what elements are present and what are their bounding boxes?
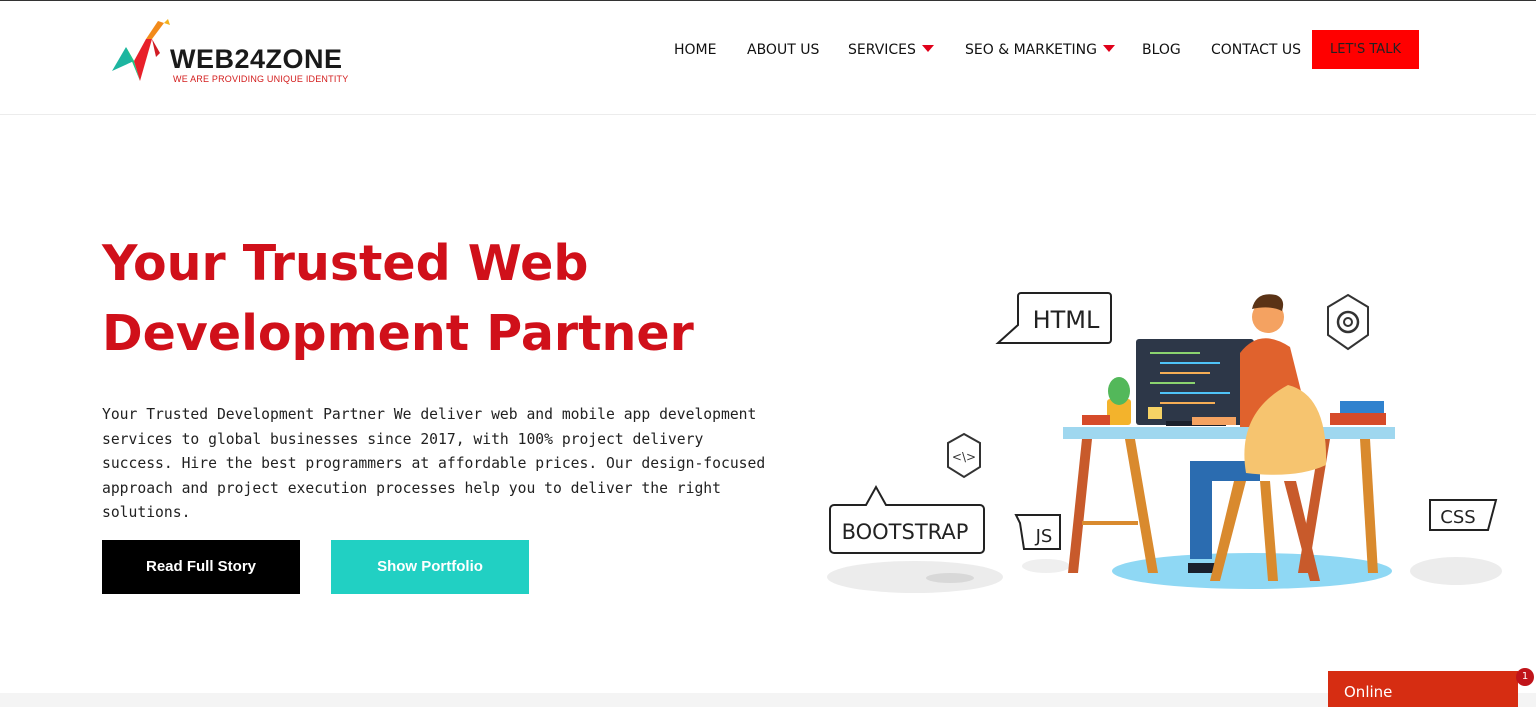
css-bubble-icon: CSS bbox=[1429, 499, 1498, 531]
live-chat-button[interactable]: Online bbox=[1328, 671, 1518, 707]
nav-item-label: SERVICES bbox=[848, 42, 916, 58]
nav-item-home[interactable]: HOME bbox=[674, 31, 716, 69]
gear-icon bbox=[1327, 293, 1369, 351]
nav-item-label: CONTACT US bbox=[1211, 42, 1301, 58]
html-label: HTML bbox=[1033, 306, 1100, 334]
hero-illustration: HTML <\> BOOTSTRAP JS CSS bbox=[827, 292, 1502, 593]
nav-item-label: HOME bbox=[674, 42, 717, 58]
nav-item-about-us[interactable]: ABOUT US bbox=[747, 31, 819, 69]
brand-logo[interactable]: WEB24ZONE WE ARE PROVIDING UNIQUE IDENTI… bbox=[112, 19, 372, 91]
bootstrap-label: BOOTSTRAP bbox=[842, 520, 969, 544]
js-label: JS bbox=[1035, 526, 1053, 547]
nav-item-contact-us[interactable]: CONTACT US bbox=[1211, 31, 1301, 69]
brand-tagline: WE ARE PROVIDING UNIQUE IDENTITY bbox=[173, 74, 349, 84]
hero-title: Your Trusted Web Development Partner bbox=[102, 235, 694, 362]
code-label: <\> bbox=[952, 450, 976, 464]
desk-icon bbox=[1063, 427, 1395, 573]
html-bubble-icon: HTML bbox=[995, 292, 1112, 344]
nav-item-services[interactable]: SERVICES bbox=[848, 31, 934, 69]
nav-item-blog[interactable]: BLOG bbox=[1142, 31, 1181, 69]
lets-talk-button[interactable]: LET'S TALK bbox=[1312, 30, 1419, 69]
site-header: WEB24ZONE WE ARE PROVIDING UNIQUE IDENTI… bbox=[0, 1, 1536, 115]
chevron-down-icon bbox=[921, 45, 934, 52]
code-icon: <\> bbox=[947, 432, 981, 479]
nav-item-label: SEO & MARKETING bbox=[965, 42, 1097, 58]
bootstrap-bubble-icon: BOOTSTRAP bbox=[829, 484, 985, 554]
plant-icon bbox=[1082, 377, 1131, 425]
chat-notification-badge: 1 bbox=[1516, 668, 1534, 686]
show-portfolio-button[interactable]: Show Portfolio bbox=[331, 540, 529, 594]
hero-description: Your Trusted Development Partner We deli… bbox=[102, 406, 766, 522]
next-section-strip bbox=[0, 693, 1536, 707]
nav-item-label: BLOG bbox=[1142, 42, 1181, 58]
chevron-down-icon bbox=[1102, 45, 1115, 52]
chat-status: Online bbox=[1344, 683, 1393, 701]
js-bubble-icon: JS bbox=[1014, 514, 1061, 550]
read-full-story-button[interactable]: Read Full Story bbox=[102, 540, 300, 594]
css-label: CSS bbox=[1440, 507, 1475, 528]
brand-name: WEB24ZONE bbox=[170, 44, 343, 74]
logo-mark-icon bbox=[112, 19, 170, 81]
monitor-icon bbox=[1136, 339, 1254, 426]
nav-item-seo-marketing[interactable]: SEO & MARKETING bbox=[965, 31, 1115, 69]
books-icon bbox=[1330, 401, 1386, 425]
nav-item-label: ABOUT US bbox=[747, 42, 820, 58]
